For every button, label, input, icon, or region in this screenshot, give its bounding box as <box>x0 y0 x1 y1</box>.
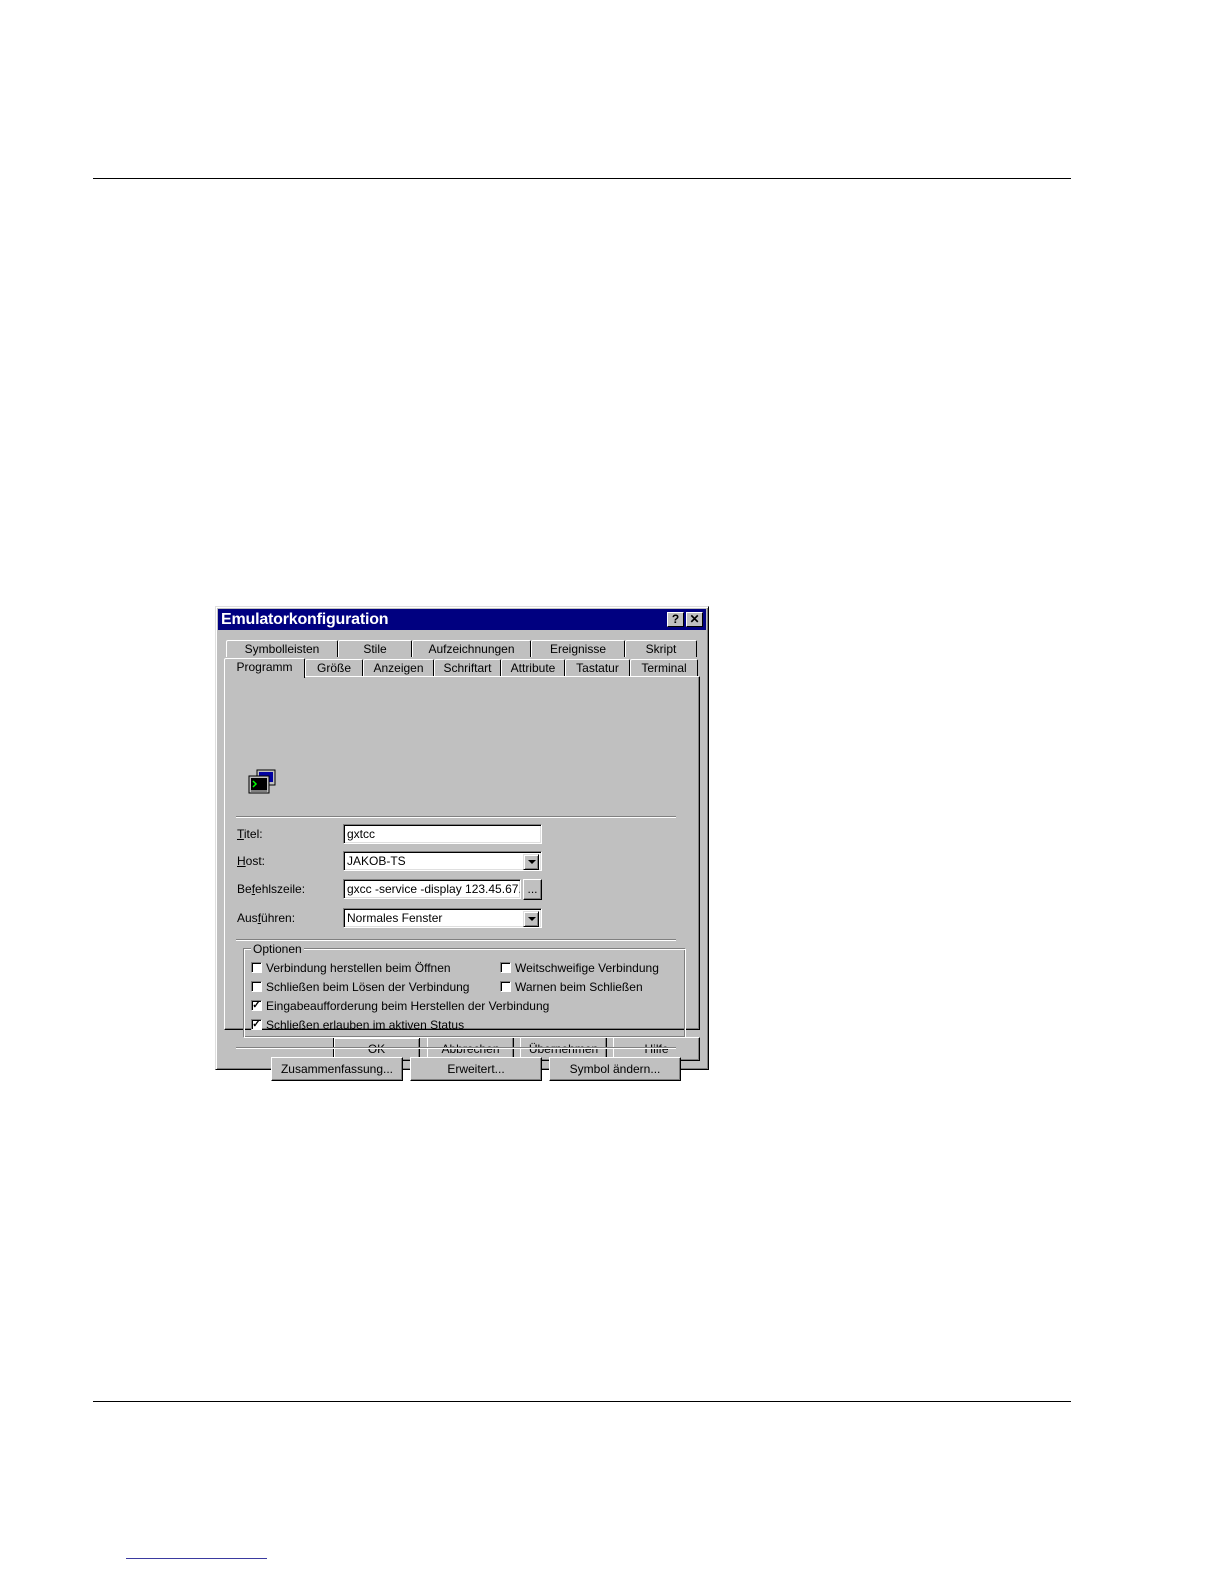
tab-panel-programm: Titel: gxtcc Host: JAKOB-TS Befehlszeile… <box>224 676 700 1081</box>
tab-skript[interactable]: Skript <box>625 640 697 657</box>
ausfuehren-combobox[interactable]: Normales Fenster <box>343 908 542 928</box>
checkbox-checked[interactable]: ✓ <box>251 1019 262 1030</box>
optionen-title: Optionen <box>251 942 304 956</box>
window-title: Emulatorkonfiguration <box>221 611 389 628</box>
tab-ereignisse[interactable]: Ereignisse <box>531 640 625 657</box>
tab-tastatur[interactable]: Tastatur <box>565 659 630 676</box>
ausfuehren-dropdown-arrow-icon[interactable] <box>523 911 539 927</box>
zusammenfassung-button[interactable]: Zusammenfassung... <box>271 1057 403 1081</box>
checkbox[interactable] <box>500 981 511 992</box>
separator <box>236 939 676 941</box>
page-header-rule <box>93 178 1071 179</box>
tab-groesse[interactable]: Größe <box>305 659 363 676</box>
help-button[interactable]: ? <box>667 612 684 627</box>
tab-schriftart[interactable]: Schriftart <box>434 659 501 676</box>
tab-anzeigen[interactable]: Anzeigen <box>363 659 434 676</box>
title-bar: Emulatorkonfiguration ? ✕ <box>218 609 706 630</box>
checkbox[interactable] <box>500 962 511 973</box>
browse-button[interactable]: ... <box>523 879 542 900</box>
separator <box>236 1047 676 1049</box>
terminal-program-icon <box>248 769 276 794</box>
host-label: Host: <box>237 854 266 868</box>
symbol-aendern-button[interactable]: Symbol ändern... <box>549 1057 681 1081</box>
host-combobox[interactable]: JAKOB-TS <box>343 851 542 871</box>
tab-stile[interactable]: Stile <box>338 640 412 657</box>
tab-symbolleisten[interactable]: Symbolleisten <box>226 640 338 657</box>
ausfuehren-value: Normales Fenster <box>347 911 443 925</box>
titel-input[interactable]: gxtcc <box>343 824 542 844</box>
page-footer-rule <box>93 1401 1071 1402</box>
ausfuehren-label: Ausführen: <box>237 911 296 925</box>
checkbox[interactable] <box>251 981 262 992</box>
befehlszeile-input[interactable]: gxcc -service -display 123.45.67.8 <box>343 879 521 899</box>
separator <box>236 816 676 818</box>
befehlszeile-label: Befehlszeile: <box>237 882 306 896</box>
host-value: JAKOB-TS <box>347 854 406 868</box>
footer-link-underline <box>126 1558 267 1559</box>
tab-attribute[interactable]: Attribute <box>501 659 565 676</box>
host-dropdown-arrow-icon[interactable] <box>523 854 539 870</box>
titel-label: Titel: <box>237 827 263 841</box>
tab-aufzeichnungen[interactable]: Aufzeichnungen <box>412 640 531 657</box>
checkbox[interactable] <box>251 962 262 973</box>
emulator-config-dialog: Emulatorkonfiguration ? ✕ Symbolleisten … <box>215 606 709 1081</box>
tab-programm[interactable]: Programm <box>224 658 305 678</box>
tab-terminal[interactable]: Terminal <box>630 659 698 676</box>
checkbox-checked[interactable]: ✓ <box>251 1000 262 1011</box>
erweitert-button[interactable]: Erweitert... <box>410 1057 542 1081</box>
close-button[interactable]: ✕ <box>686 612 703 627</box>
